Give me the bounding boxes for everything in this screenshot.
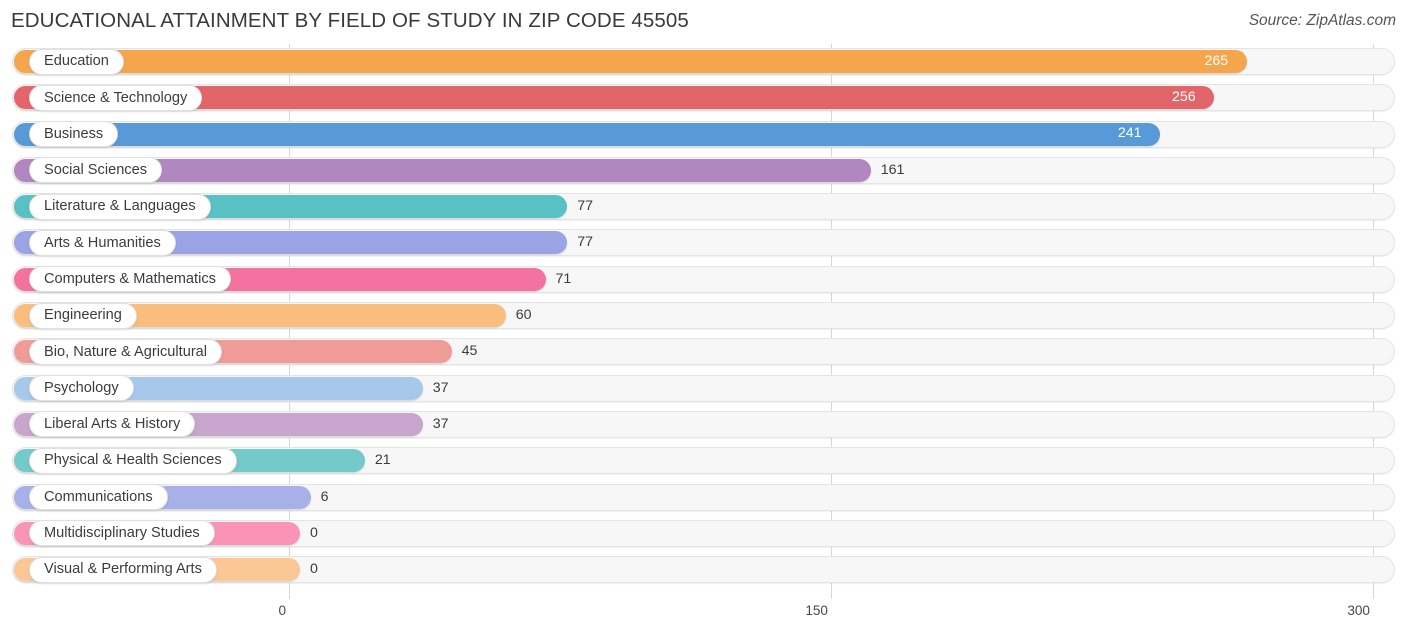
bar-row[interactable]: Bio, Nature & Agricultural 45 xyxy=(0,337,1406,373)
bar-row[interactable]: Social Sciences 161 xyxy=(0,156,1406,192)
bar-category-label: Computers & Mathematics xyxy=(29,266,231,293)
bar-category-label-text: Business xyxy=(44,125,104,142)
bar-row[interactable]: Business 241 xyxy=(0,120,1406,156)
bar-category-label: Psychology xyxy=(29,375,134,402)
bar-value-label: 0 xyxy=(310,524,318,541)
bar-value-label: 6 xyxy=(320,488,329,505)
bar-value-label: 0 xyxy=(310,561,318,578)
bar-category-label-text: Education xyxy=(44,53,109,70)
bar-category-label-text: Engineering xyxy=(44,307,122,324)
bar-category-label-text: Bio, Nature & Agricultural xyxy=(44,343,208,360)
chart-header: EDUCATIONAL ATTAINMENT BY FIELD OF STUDY… xyxy=(0,0,1406,44)
bar-category-label: Visual & Performing Arts xyxy=(29,556,217,583)
x-axis: 0 150 300 xyxy=(0,599,1406,631)
bar-category-label: Education xyxy=(29,48,124,75)
bar-row[interactable]: Science & Technology 256 xyxy=(0,83,1406,119)
bar-category-label: Multidisciplinary Studies xyxy=(29,520,215,547)
bar-category-label: Social Sciences xyxy=(29,157,163,184)
bar-value-label: 265 xyxy=(1204,52,1229,69)
bar-category-label-text: Psychology xyxy=(44,379,119,396)
page-title: EDUCATIONAL ATTAINMENT BY FIELD OF STUDY… xyxy=(11,9,689,32)
bar-value-label: 71 xyxy=(555,270,572,287)
x-axis-tick-label: 300 xyxy=(1347,603,1370,618)
bar-category-label: Science & Technology xyxy=(29,84,203,111)
bar-row[interactable]: Physical & Health Sciences 21 xyxy=(0,446,1406,482)
plot-area: Education 265 Science & Technology 256 Busin… xyxy=(0,44,1406,631)
bar-category-label-text: Physical & Health Sciences xyxy=(44,452,222,469)
bar-value-label: 161 xyxy=(880,161,905,178)
bar-category-label: Literature & Languages xyxy=(29,193,211,220)
bar-value-label: 241 xyxy=(1117,125,1142,142)
bar-row[interactable]: Liberal Arts & History 37 xyxy=(0,410,1406,446)
bar-row[interactable]: Communications 6 xyxy=(0,483,1406,519)
bar-value-label: 60 xyxy=(515,307,532,324)
bar-rows: Education 265 Science & Technology 256 Busin… xyxy=(0,47,1406,591)
bar-row[interactable]: Education 265 xyxy=(0,47,1406,83)
bar-value-label: 37 xyxy=(432,415,449,432)
bar-row[interactable]: Engineering 60 xyxy=(0,301,1406,337)
bar-row[interactable]: Literature & Languages 77 xyxy=(0,192,1406,228)
bar-value-label: 77 xyxy=(577,198,593,215)
bar-row[interactable]: Computers & Mathematics 71 xyxy=(0,265,1406,301)
bar-category-label-text: Literature & Languages xyxy=(44,198,196,215)
source-attribution: Source: ZipAtlas.com xyxy=(1248,12,1396,29)
bar-category-label-text: Visual & Performing Arts xyxy=(44,561,202,578)
bar-category-label: Bio, Nature & Agricultural xyxy=(29,338,223,365)
bar-value-label: 37 xyxy=(432,379,449,396)
bar-row[interactable]: Multidisciplinary Studies 0 xyxy=(0,519,1406,555)
x-axis-tick-label: 150 xyxy=(805,603,828,618)
bar[interactable] xyxy=(14,122,1160,146)
bar-row[interactable]: Psychology 37 xyxy=(0,374,1406,410)
bar-row[interactable]: Arts & Humanities 77 xyxy=(0,228,1406,264)
bar-category-label-text: Arts & Humanities xyxy=(44,234,161,251)
bar-category-label-text: Liberal Arts & History xyxy=(44,416,181,433)
bar-category-label-text: Social Sciences xyxy=(44,162,148,179)
bar-category-label: Communications xyxy=(29,484,168,511)
chart-container: EDUCATIONAL ATTAINMENT BY FIELD OF STUDY… xyxy=(0,0,1406,631)
bar-category-label: Physical & Health Sciences xyxy=(29,447,237,474)
bar-category-label-text: Computers & Mathematics xyxy=(44,270,216,287)
x-axis-tick-label: 0 xyxy=(278,603,286,618)
bar-category-label-text: Multidisciplinary Studies xyxy=(44,525,200,542)
bar-category-label: Arts & Humanities xyxy=(29,229,176,256)
bar-category-label: Business xyxy=(29,121,119,148)
bar-category-label-text: Science & Technology xyxy=(44,89,188,106)
bar-category-label: Engineering xyxy=(29,302,137,329)
bar[interactable] xyxy=(14,50,1247,73)
bar-value-label: 45 xyxy=(461,343,478,360)
bar-category-label-text: Communications xyxy=(44,488,153,505)
bar-value-label: 256 xyxy=(1172,88,1196,105)
bar-value-label: 21 xyxy=(374,452,391,469)
bar-row[interactable]: Visual & Performing Arts 0 xyxy=(0,555,1406,591)
bar-category-label: Liberal Arts & History xyxy=(29,411,196,438)
bar-value-label: 77 xyxy=(577,234,593,251)
